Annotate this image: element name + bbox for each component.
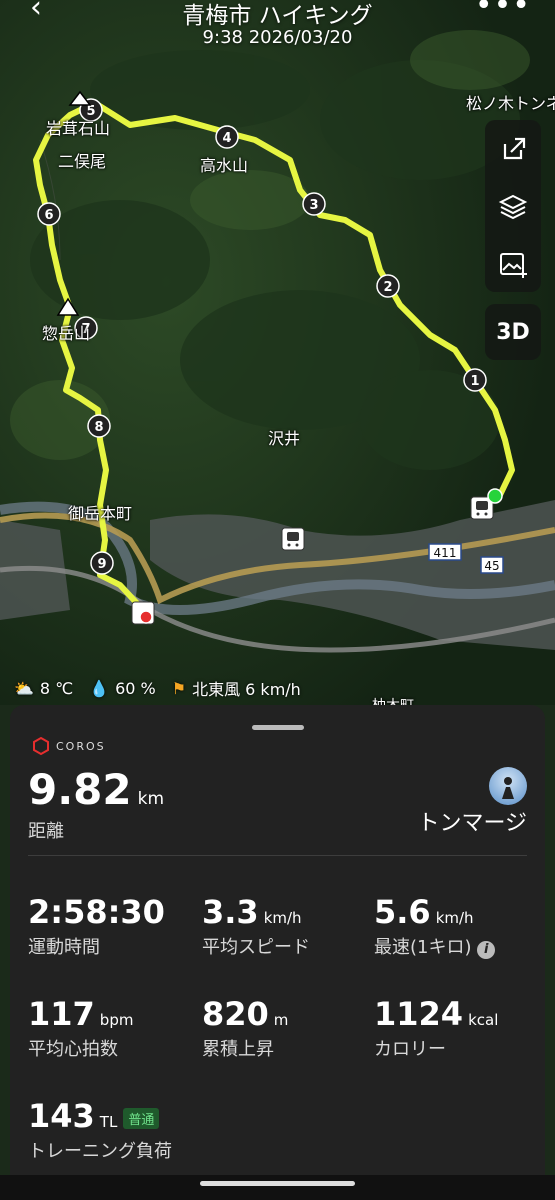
home-indicator[interactable] [200, 1181, 355, 1186]
system-nav-bar [0, 1175, 555, 1200]
place-label: 松ノ木トンネ [466, 94, 555, 113]
svg-text:1: 1 [470, 374, 479, 389]
place-label: 沢井 [268, 429, 301, 448]
more-options-icon[interactable]: ••• [475, 0, 531, 23]
route-marker-9: 9 [90, 551, 114, 575]
3d-view-button[interactable]: 3D [485, 304, 541, 360]
road-shield-45: 45 [480, 556, 504, 574]
distance-value: 9.82 km [28, 765, 165, 814]
humidity-icon: 💧 [89, 678, 110, 698]
temperature: 8 ℃ [39, 678, 74, 698]
svg-text:2: 2 [383, 280, 392, 295]
svg-text:6: 6 [44, 208, 53, 223]
map-tools-panel [485, 120, 541, 292]
svg-text:9: 9 [97, 557, 106, 572]
status-badge: 普通 [123, 1107, 160, 1129]
page-title: 青梅市 ハイキング [182, 3, 373, 29]
humidity: 60 % [115, 678, 156, 698]
route-marker-2: 2 [376, 274, 400, 298]
share-icon[interactable] [485, 120, 541, 176]
place-label: 岩茸石山 [46, 119, 111, 138]
info-icon[interactable]: i [477, 941, 496, 959]
route-marker-8: 8 [87, 414, 111, 438]
stat-best-speed: 5.6 km/h 最速(1キロ) i [374, 893, 496, 959]
stat-avg-speed: 3.3 km/h 平均スピード [202, 893, 310, 958]
sheet-handle[interactable] [252, 725, 304, 730]
avatar[interactable] [489, 767, 527, 805]
summary-sheet: COROS 9.82 km 距離 トンマージ 2:58:30 運動時間 3.3 km… [10, 705, 545, 1175]
layers-icon[interactable] [485, 178, 541, 234]
wind: 北東風 6 km/h [192, 680, 301, 699]
road-shield-411: 411 [428, 543, 462, 561]
stat-calories: 1124 kcal カロリー [374, 995, 499, 1060]
brand-logo: COROS [32, 737, 106, 755]
divider [28, 855, 527, 856]
end-point [139, 610, 153, 624]
image-add-icon[interactable] [485, 236, 541, 292]
distance-label: 距離 [28, 821, 64, 842]
stat-elevation-gain: 820 m 累積上昇 [202, 995, 289, 1060]
weather-bar: ⛅ 8 ℃ 💧 60 % ⚑ 北東風 6 km/h [14, 676, 301, 700]
cloud-sun-icon: ⛅ [14, 678, 34, 698]
wind-icon: ⚑ [171, 678, 187, 698]
place-label: 二俣尾 [58, 152, 107, 171]
page-subtitle: 9:38 2026/03/20 [202, 27, 353, 48]
stat-training-load: 143 TL 普通 トレーニング負荷 [28, 1097, 172, 1162]
coros-logo-icon [33, 737, 49, 755]
place-label: 御岳本町 [68, 504, 133, 523]
stat-heart-rate: 117 bpm 平均心拍数 [28, 995, 134, 1060]
svg-text:45: 45 [484, 559, 499, 573]
svg-text:411: 411 [434, 546, 457, 560]
user-name: トンマージ [417, 811, 527, 836]
start-point [487, 488, 503, 504]
place-label: 惣岳山 [42, 324, 91, 343]
route-marker-4: 4 [215, 125, 239, 149]
svg-text:3: 3 [309, 198, 318, 213]
svg-text:4: 4 [222, 131, 231, 146]
svg-text:8: 8 [94, 420, 103, 435]
route-marker-1: 1 [463, 368, 487, 392]
route-marker-6: 6 [37, 202, 61, 226]
place-label: 高水山 [200, 156, 249, 175]
route-marker-3: 3 [302, 192, 326, 216]
stat-duration: 2:58:30 運動時間 [28, 893, 165, 958]
